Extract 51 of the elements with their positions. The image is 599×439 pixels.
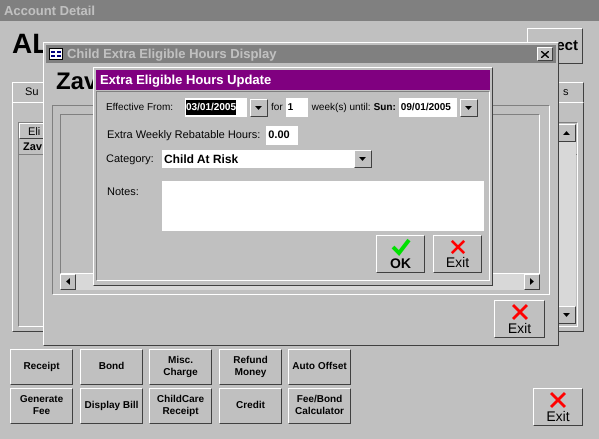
right-arrow-icon [530,278,534,286]
field-label: Extra Weekly Rebatable Hours: [107,128,260,144]
action-button[interactable]: Misc. Charge [149,349,212,385]
weeks-field[interactable]: 1 [286,98,308,117]
action-button[interactable]: ChildCare Receipt [149,388,212,424]
day-label: Sun: [374,101,396,115]
scroll-up-button[interactable] [558,124,576,142]
action-button[interactable]: Receipt [10,349,73,385]
action-button[interactable]: Bond [80,349,143,385]
action-button[interactable]: Auto Offset [288,349,351,385]
window-title: Account Detail [4,2,96,20]
notes-field[interactable] [162,181,484,231]
caret-icon [464,106,473,110]
scroll-left-button[interactable] [60,274,76,290]
caret-icon [359,157,367,161]
ok-button[interactable]: OK [376,235,425,273]
scroll-down-button[interactable] [558,306,576,324]
dropdown-button[interactable] [354,150,372,168]
exit-button[interactable]: Exit [533,388,583,426]
exit-button[interactable]: Exit [433,235,482,273]
field-label: Effective From: [106,101,174,115]
action-button[interactable]: Display Bill [80,388,143,424]
action-button[interactable]: Credit [219,388,282,424]
caret-icon [255,106,263,110]
close-button[interactable] [537,47,553,61]
up-arrow-icon [563,131,571,135]
category-dropdown[interactable]: Child At Risk [162,150,372,168]
dropdown-button[interactable] [250,98,268,116]
exit-button[interactable]: Exit [494,300,545,338]
action-button[interactable]: Generate Fee [10,388,73,424]
caret-icon [563,313,571,317]
close-icon [450,239,466,255]
left-arrow-icon [66,278,70,286]
close-icon [549,391,567,409]
window-title: Extra Eligible Hours Update [100,71,272,90]
field-label: Category: [106,152,155,167]
date-field[interactable]: 09/01/2005 [398,98,457,117]
field-label: for [271,101,283,115]
close-icon [510,303,528,321]
form-icon [49,48,63,60]
dropdown-button[interactable] [460,98,478,116]
date-field[interactable]: 03/01/2005 [186,100,236,115]
window-title: Child Extra Eligible Hours Display [67,45,278,64]
checkmark-icon [390,238,410,256]
hours-field[interactable]: 0.00 [266,126,298,145]
field-label: Notes: [107,185,139,200]
close-icon [541,50,549,58]
action-button[interactable]: Refund Money [219,349,282,385]
field-label: week(s) until: [312,101,371,115]
action-button[interactable]: Fee/Bond Calculator [288,388,351,424]
scroll-right-button[interactable] [524,274,540,290]
